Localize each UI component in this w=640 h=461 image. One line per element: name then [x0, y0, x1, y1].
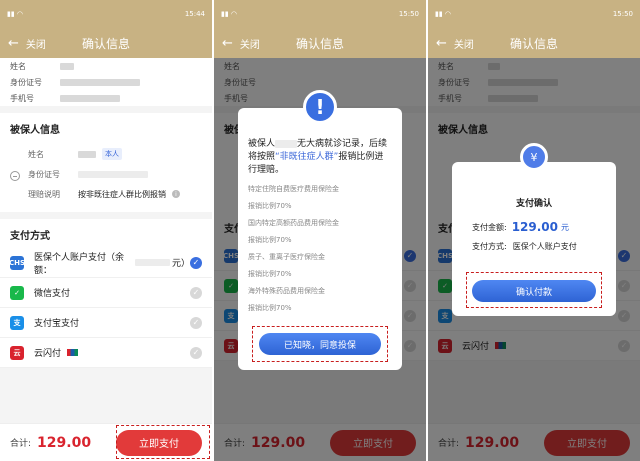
alipay-icon: 支 [10, 315, 24, 330]
signal-icon: ▮▮ ◠ [7, 10, 24, 18]
unchecked-icon[interactable]: ✓ [190, 286, 202, 299]
unionpay-logo-icon [67, 349, 79, 356]
warning-icon: ! [303, 90, 337, 124]
insured-id-row: 身份证号 [28, 164, 180, 184]
self-badge: 本人 [102, 148, 122, 160]
total-amount: 129.00 [37, 434, 92, 451]
claim-row: 理赔说明 按非既往症人群比例报销 i [28, 184, 180, 204]
confirm-amount: 129.00 [511, 220, 559, 234]
amount-row: 支付金额: 129.00 元 [472, 220, 570, 234]
policyholder-section: 姓名 身份证号 手机号 [0, 58, 212, 106]
redacted-value [60, 94, 120, 102]
unchecked-icon[interactable]: ✓ [190, 316, 202, 329]
payment-option-wechat[interactable]: ✓ 微信支付 ✓ [0, 278, 212, 308]
redacted-value [135, 259, 170, 266]
method-row: 支付方式: 医保个人账户支付 [472, 241, 577, 251]
signal-icon: ▮▮ ◠ [435, 10, 452, 18]
redacted-value [60, 62, 74, 70]
status-bar: ▮▮ ◠ 15:50 [214, 0, 426, 28]
insured-name-row: 姓名 本人 [28, 144, 180, 164]
signal-icon: ▮▮ ◠ [221, 10, 238, 18]
status-time: 15:50 [398, 10, 419, 18]
payment-option-alipay[interactable]: 支 支付宝支付 ✓ [0, 308, 212, 338]
redacted-value [78, 170, 148, 178]
back-arrow-icon: ← [8, 35, 19, 51]
notice-text: 被保人 无大病就诊记录，后续将按照“非既往症人群”报销比例进行理赔。 [248, 139, 388, 175]
nav-bar: ← 关闭 确认信息 [428, 28, 640, 58]
close-button[interactable]: ← 关闭 [214, 36, 260, 51]
info-icon[interactable]: i [172, 190, 180, 198]
highlight-box [116, 425, 210, 459]
close-button[interactable]: ← 关闭 [0, 36, 46, 51]
status-bar: ▮▮ ◠ 15:50 [428, 0, 640, 28]
status-time: 15:44 [184, 10, 205, 18]
status-bar: ▮▮ ◠ 15:44 [0, 0, 212, 28]
highlight-box [252, 326, 388, 362]
screen-notice-modal: ▮▮ ◠ 15:50 ←关闭 确认信息 姓名 身份证号 手机号 被保人信息 支付… [214, 0, 426, 461]
insured-section: 姓名 本人 身份证号 理赔说明 按非既往症人群比例报销 i [0, 142, 212, 212]
medical-insurance-icon: CHS [9, 255, 25, 270]
screen-confirm-info: ▮▮ ◠ 15:44 ← 关闭 确认信息 姓名 身份证号 手机号 被保人信息 姓名… [0, 0, 212, 461]
redacted-value [60, 78, 140, 86]
status-time: 15:50 [612, 10, 633, 18]
remove-insured-icon[interactable] [10, 171, 20, 181]
insured-section-title: 被保人信息 [0, 113, 212, 142]
nav-bar: ← 关闭 确认信息 [214, 28, 426, 58]
redacted-value [78, 150, 96, 158]
redacted-value [275, 139, 298, 148]
wechat-icon: ✓ [10, 285, 24, 300]
policyholder-id-row: 身份证号 [10, 74, 202, 90]
unchecked-icon[interactable]: ✓ [190, 346, 202, 359]
money-bag-icon: ¥ [520, 143, 548, 171]
back-arrow-icon: ← [436, 35, 447, 51]
screen-payment-confirm: ▮▮ ◠ 15:50 ←关闭 确认信息 姓名 身份证号 手机号 被保人信息 支付… [428, 0, 640, 461]
close-button[interactable]: ← 关闭 [428, 36, 474, 51]
payment-option-unionpay[interactable]: 云 云闪付 ✓ [0, 338, 212, 368]
back-arrow-icon: ← [222, 35, 233, 51]
modal-title: 支付确认 [515, 199, 552, 209]
coverage-list: 特定住院自费医疗费用保险金 报销比例70% 国内特定高额药品费用保险金 报销比例… [248, 185, 339, 312]
nav-bar: ← 关闭 确认信息 [0, 28, 212, 58]
policyholder-name-row: 姓名 [10, 58, 202, 74]
payment-option-medical[interactable]: CHS 医保个人账户支付（余额： 元） ✓ [0, 248, 212, 278]
highlight-box [466, 272, 602, 308]
checked-icon[interactable]: ✓ [190, 256, 202, 269]
unionpay-icon: 云 [10, 345, 24, 360]
payment-section-title: 支付方式 [0, 219, 212, 248]
policyholder-phone-row: 手机号 [10, 90, 202, 106]
